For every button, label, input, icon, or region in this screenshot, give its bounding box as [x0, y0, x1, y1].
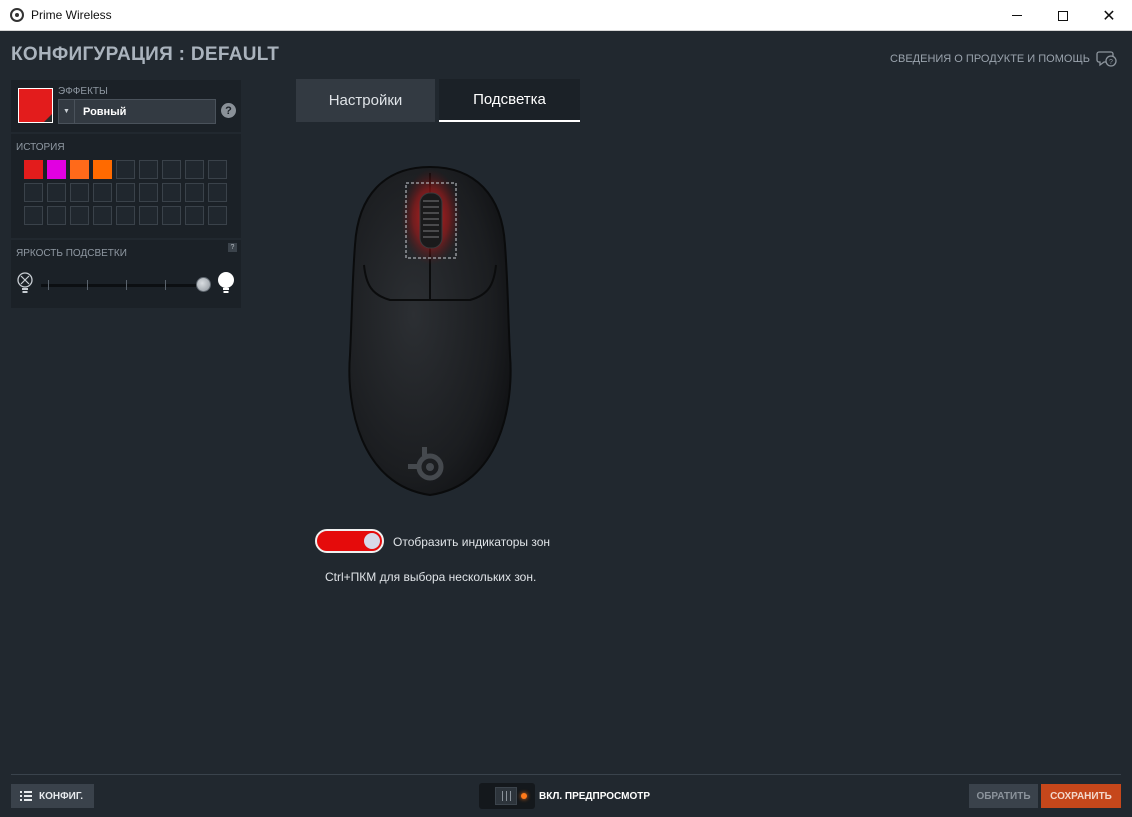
- history-swatch[interactable]: [93, 160, 112, 179]
- history-swatch[interactable]: [24, 206, 43, 225]
- history-label: ИСТОРИЯ: [16, 142, 65, 153]
- close-button[interactable]: ✕: [1086, 0, 1132, 31]
- history-swatch[interactable]: [139, 183, 158, 202]
- history-swatch[interactable]: [185, 160, 204, 179]
- window-titlebar: Prime Wireless ✕: [0, 0, 1132, 31]
- history-swatch[interactable]: [185, 206, 204, 225]
- history-swatch[interactable]: [70, 160, 89, 179]
- history-swatch[interactable]: [47, 206, 66, 225]
- slider-tick: [87, 280, 88, 290]
- effects-dropdown[interactable]: ▼ Ровный: [58, 99, 216, 124]
- effects-panel: ЭФФЕКТЫ ▼ Ровный ?: [11, 80, 241, 132]
- history-swatch[interactable]: [208, 206, 227, 225]
- history-swatch[interactable]: [208, 160, 227, 179]
- effects-help-icon[interactable]: ?: [221, 103, 236, 118]
- brightness-panel: ЯРКОСТЬ ПОДСВЕТКИ ?: [11, 240, 241, 308]
- history-swatch-grid: [24, 160, 227, 225]
- save-button[interactable]: СОХРАНИТЬ: [1041, 784, 1121, 808]
- history-swatch[interactable]: [70, 206, 89, 225]
- brightness-label: ЯРКОСТЬ ПОДСВЕТКИ: [16, 248, 127, 259]
- config-button-label: КОНФИГ.: [39, 790, 84, 802]
- preview-toggle[interactable]: [479, 783, 535, 809]
- history-swatch[interactable]: [24, 183, 43, 202]
- toggle-knob: [364, 533, 380, 549]
- history-swatch[interactable]: [208, 183, 227, 202]
- app-logo-icon: [10, 8, 24, 22]
- maximize-icon: [1058, 10, 1068, 21]
- page-title: КОНФИГУРАЦИЯ : DEFAULT: [11, 44, 280, 65]
- product-help-link[interactable]: СВЕДЕНИЯ О ПРОДУКТЕ И ПОМОЩЬ ?: [890, 50, 1118, 68]
- chevron-down-icon: ▼: [59, 100, 75, 123]
- history-swatch[interactable]: [93, 183, 112, 202]
- footer-divider: [11, 774, 1121, 775]
- history-swatch[interactable]: [116, 160, 135, 179]
- multi-zone-hint: Ctrl+ПКМ для выбора нескольких зон.: [325, 570, 537, 584]
- chat-help-icon: ?: [1096, 51, 1117, 67]
- slider-tick: [126, 280, 127, 290]
- preview-label: ВКЛ. ПРЕДПРОСМОТР: [539, 791, 651, 802]
- history-swatch[interactable]: [47, 183, 66, 202]
- effects-label: ЭФФЕКТЫ: [58, 86, 108, 97]
- history-swatch[interactable]: [116, 183, 135, 202]
- mouse-device-image: [330, 155, 530, 510]
- history-swatch[interactable]: [70, 183, 89, 202]
- maximize-button[interactable]: [1040, 0, 1086, 31]
- tab-lighting[interactable]: Подсветка: [439, 79, 580, 122]
- history-swatch[interactable]: [185, 183, 204, 202]
- zone-indicators-label: Отобразить индикаторы зон: [393, 535, 551, 549]
- minimize-icon: [1012, 15, 1022, 16]
- close-icon: ✕: [1102, 6, 1116, 25]
- brightness-slider-handle[interactable]: [196, 277, 211, 292]
- history-swatch[interactable]: [47, 160, 66, 179]
- list-icon: [20, 791, 32, 801]
- bulb-on-icon: [218, 272, 234, 293]
- svg-text:?: ?: [1109, 59, 1113, 66]
- tab-settings[interactable]: Настройки: [296, 79, 435, 122]
- history-swatch[interactable]: [162, 206, 181, 225]
- effects-selected-value: Ровный: [83, 105, 127, 118]
- preview-toggle-grip: [495, 787, 517, 805]
- bulb-off-icon: [17, 272, 33, 293]
- history-panel: ИСТОРИЯ: [11, 134, 241, 238]
- current-color-swatch[interactable]: [18, 88, 53, 123]
- slider-tick: [165, 280, 166, 290]
- history-swatch[interactable]: [116, 206, 135, 225]
- brightness-help-icon[interactable]: ?: [228, 243, 237, 252]
- history-swatch[interactable]: [139, 206, 158, 225]
- history-swatch[interactable]: [24, 160, 43, 179]
- minimize-button[interactable]: [994, 0, 1040, 31]
- history-swatch[interactable]: [93, 206, 112, 225]
- history-swatch[interactable]: [162, 183, 181, 202]
- window-controls: ✕: [994, 0, 1132, 31]
- history-swatch[interactable]: [162, 160, 181, 179]
- slider-tick: [48, 280, 49, 290]
- brightness-slider-track[interactable]: [41, 284, 203, 287]
- history-swatch[interactable]: [139, 160, 158, 179]
- revert-button[interactable]: ОБРАТИТЬ: [969, 784, 1038, 808]
- config-button[interactable]: КОНФИГ.: [11, 784, 94, 808]
- zone-indicators-toggle[interactable]: [315, 529, 384, 553]
- window-title: Prime Wireless: [31, 8, 112, 22]
- preview-status-led: [521, 793, 527, 799]
- product-help-label: СВЕДЕНИЯ О ПРОДУКТЕ И ПОМОЩЬ: [890, 53, 1090, 65]
